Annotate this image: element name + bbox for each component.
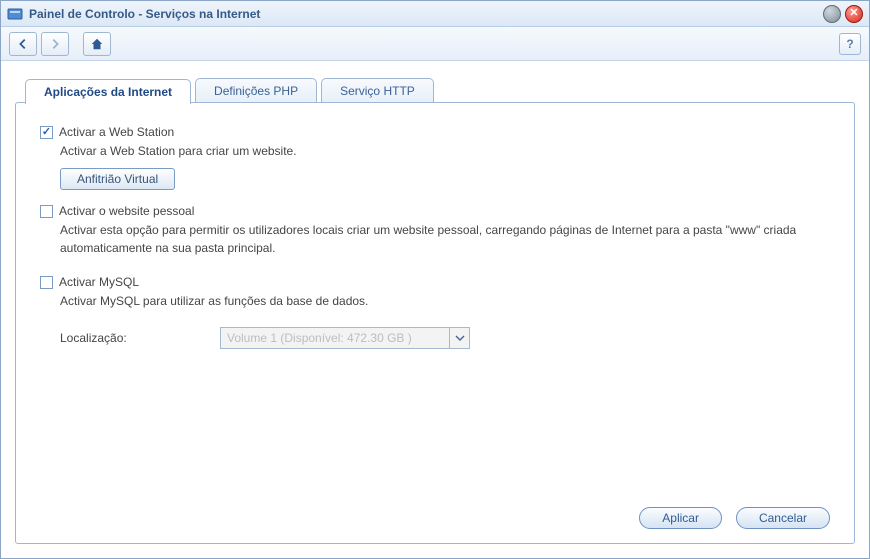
minimize-button[interactable]	[823, 5, 841, 23]
home-button[interactable]	[83, 32, 111, 56]
tab-label: Aplicações da Internet	[44, 85, 172, 99]
close-button[interactable]: ✕	[845, 5, 863, 23]
arrow-left-icon	[16, 37, 30, 51]
mysql-location-label: Localização:	[60, 331, 220, 345]
virtual-host-label: Anfitrião Virtual	[77, 172, 158, 186]
tab-http-service[interactable]: Serviço HTTP	[321, 78, 434, 103]
app-icon	[7, 6, 23, 22]
mysql-desc: Activar MySQL para utilizar as funções d…	[60, 293, 830, 310]
personal-checkbox[interactable]	[40, 205, 53, 218]
window-root: Painel de Controlo - Serviços na Interne…	[0, 0, 870, 559]
mysql-location-value: Volume 1 (Disponível: 472.30 GB )	[221, 331, 449, 345]
panel-footer: Aplicar Cancelar	[40, 497, 830, 529]
chevron-down-icon	[449, 328, 469, 348]
mysql-checkbox[interactable]	[40, 276, 53, 289]
window-title: Painel de Controlo - Serviços na Interne…	[29, 7, 819, 21]
arrow-right-icon	[48, 37, 62, 51]
webstation-row: Activar a Web Station	[40, 125, 830, 139]
webstation-desc: Activar a Web Station para criar um webs…	[60, 143, 830, 160]
apply-label: Aplicar	[662, 511, 699, 525]
toolbar: ?	[1, 27, 869, 61]
cancel-button[interactable]: Cancelar	[736, 507, 830, 529]
personal-desc: Activar esta opção para permitir os util…	[60, 222, 830, 257]
cancel-label: Cancelar	[759, 511, 807, 525]
mysql-label: Activar MySQL	[59, 275, 139, 289]
webstation-label: Activar a Web Station	[59, 125, 174, 139]
tab-label: Definições PHP	[214, 84, 298, 98]
forward-button[interactable]	[41, 32, 69, 56]
personal-row: Activar o website pessoal	[40, 204, 830, 218]
home-icon	[90, 37, 104, 51]
webstation-checkbox[interactable]	[40, 126, 53, 139]
personal-label: Activar o website pessoal	[59, 204, 194, 218]
virtual-host-button[interactable]: Anfitrião Virtual	[60, 168, 175, 190]
help-button[interactable]: ?	[839, 33, 861, 55]
tab-label: Serviço HTTP	[340, 84, 415, 98]
titlebar: Painel de Controlo - Serviços na Interne…	[1, 1, 869, 27]
back-button[interactable]	[9, 32, 37, 56]
tab-internet-apps[interactable]: Aplicações da Internet	[25, 79, 191, 104]
tabstrip: Aplicações da Internet Definições PHP Se…	[25, 75, 855, 103]
help-icon: ?	[846, 37, 853, 51]
mysql-location-select[interactable]: Volume 1 (Disponível: 472.30 GB )	[220, 327, 470, 349]
mysql-row: Activar MySQL	[40, 275, 830, 289]
tab-panel: Activar a Web Station Activar a Web Stat…	[15, 102, 855, 544]
content: Aplicações da Internet Definições PHP Se…	[1, 61, 869, 558]
mysql-location-row: Localização: Volume 1 (Disponível: 472.3…	[60, 327, 830, 349]
apply-button[interactable]: Aplicar	[639, 507, 722, 529]
tab-php-settings[interactable]: Definições PHP	[195, 78, 317, 103]
